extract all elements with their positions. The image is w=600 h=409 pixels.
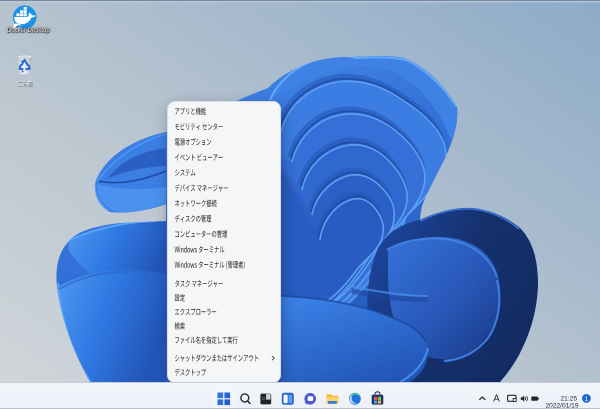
- svg-text:A: A: [493, 394, 500, 405]
- svg-text:1: 1: [585, 396, 589, 403]
